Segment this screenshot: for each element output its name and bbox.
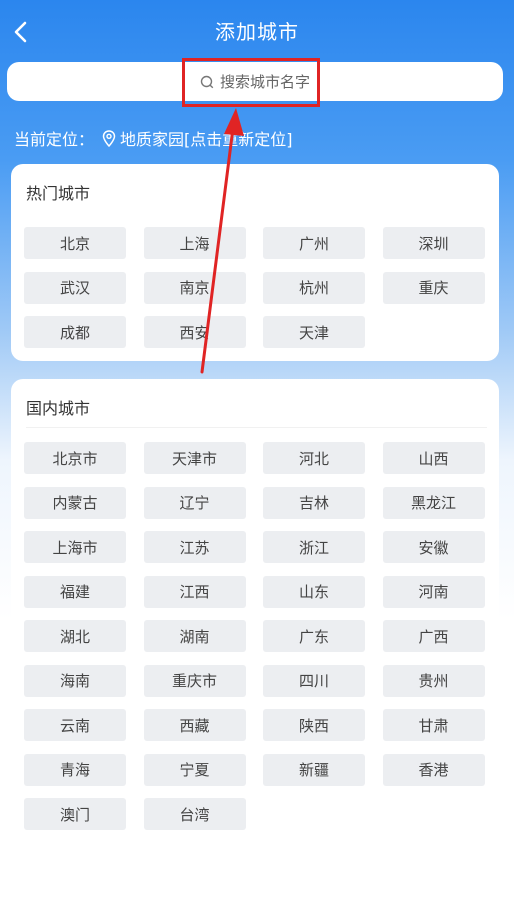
city-button[interactable]: 吉林 [263, 486, 365, 519]
city-button[interactable]: 杭州 [263, 271, 365, 304]
city-button[interactable]: 武汉 [24, 271, 126, 304]
city-button[interactable]: 四川 [263, 664, 365, 697]
title-divider [26, 427, 487, 428]
city-button[interactable]: 福建 [24, 575, 126, 608]
city-button[interactable]: 安徽 [382, 531, 485, 563]
search-highlight-box [182, 58, 320, 107]
hot-cities-grid: 北京 上海 广州 深圳武汉 南京 杭州 重庆成都 西安 天津 [24, 227, 485, 348]
city-button[interactable]: 新疆 [263, 753, 365, 786]
city-button[interactable]: 河北 [263, 442, 365, 474]
city-button[interactable]: 山西 [382, 442, 485, 474]
city-button[interactable]: 重庆 [382, 271, 485, 304]
city-button[interactable]: 湖南 [143, 620, 246, 652]
page-title: 添加城市 [215, 20, 299, 44]
hot-cities-card: 热门城市 北京 上海 广州 深圳武汉 南京 杭州 重庆成都 西安 天津 [11, 164, 499, 361]
city-button[interactable]: 上海市 [24, 531, 126, 563]
domestic-cities-grid: 北京市 天津市 河北 山西内蒙古 辽宁 吉林 黑龙江上海市 江苏 浙江 安徽福建 江西 山东 河南湖北湖… [24, 442, 485, 830]
location-pin-icon [102, 129, 116, 147]
city-button[interactable]: 黑龙江 [382, 486, 485, 519]
city-button[interactable]: 青海 [24, 753, 126, 786]
city-button[interactable]: 台湾 [143, 798, 246, 830]
city-button[interactable]: 深圳 [382, 227, 485, 259]
city-button[interactable]: 江苏 [143, 531, 246, 563]
city-button[interactable]: 北京市 [24, 442, 126, 474]
city-button[interactable]: 河南 [382, 575, 485, 608]
city-button[interactable]: 广东 [263, 620, 365, 652]
city-button[interactable]: 贵州 [382, 664, 485, 697]
location-label: 当前定位： [14, 130, 95, 149]
city-button[interactable]: 南京 [143, 271, 246, 304]
city-button[interactable]: 西安 [143, 316, 246, 348]
city-button[interactable]: 重庆市 [143, 664, 246, 697]
city-button[interactable]: 天津 [263, 316, 365, 348]
city-button[interactable]: 辽宁 [143, 486, 246, 519]
city-button[interactable]: 香港 [382, 753, 485, 786]
city-button[interactable]: 云南 [24, 709, 126, 741]
city-button[interactable]: 宁夏 [143, 753, 246, 786]
city-button[interactable]: 甘肃 [382, 709, 485, 741]
city-button[interactable]: 广州 [263, 227, 365, 259]
city-button[interactable]: 内蒙古 [24, 486, 126, 519]
current-location-row: 当前定位： 地质家园[点击重新定位] [14, 126, 293, 150]
city-button[interactable]: 湖北 [24, 620, 126, 652]
hot-cities-title: 热门城市 [26, 184, 91, 203]
city-button[interactable]: 西藏 [143, 709, 246, 741]
domestic-cities-title: 国内城市 [26, 399, 91, 418]
domestic-cities-card: 国内城市 北京市 天津市 河北 山西内蒙古 辽宁 吉林 黑龙江上海市 江苏 浙江 安徽福建 江西 山东… [11, 379, 499, 839]
city-button[interactable]: 北京 [24, 227, 126, 259]
city-button[interactable]: 澳门 [24, 798, 126, 830]
relocate-link[interactable]: 地质家园[点击重新定位] [120, 126, 293, 150]
city-button[interactable]: 山东 [263, 575, 365, 608]
header-bar: 添加城市 [0, 0, 514, 62]
city-button[interactable]: 江西 [143, 575, 246, 608]
city-button[interactable]: 浙江 [263, 531, 365, 563]
city-button[interactable]: 广西 [382, 620, 485, 652]
city-button[interactable]: 上海 [143, 227, 246, 259]
city-button[interactable]: 成都 [24, 316, 126, 348]
city-button[interactable]: 海南 [24, 664, 126, 697]
city-button[interactable]: 陕西 [263, 709, 365, 741]
city-button[interactable]: 天津市 [143, 442, 246, 474]
